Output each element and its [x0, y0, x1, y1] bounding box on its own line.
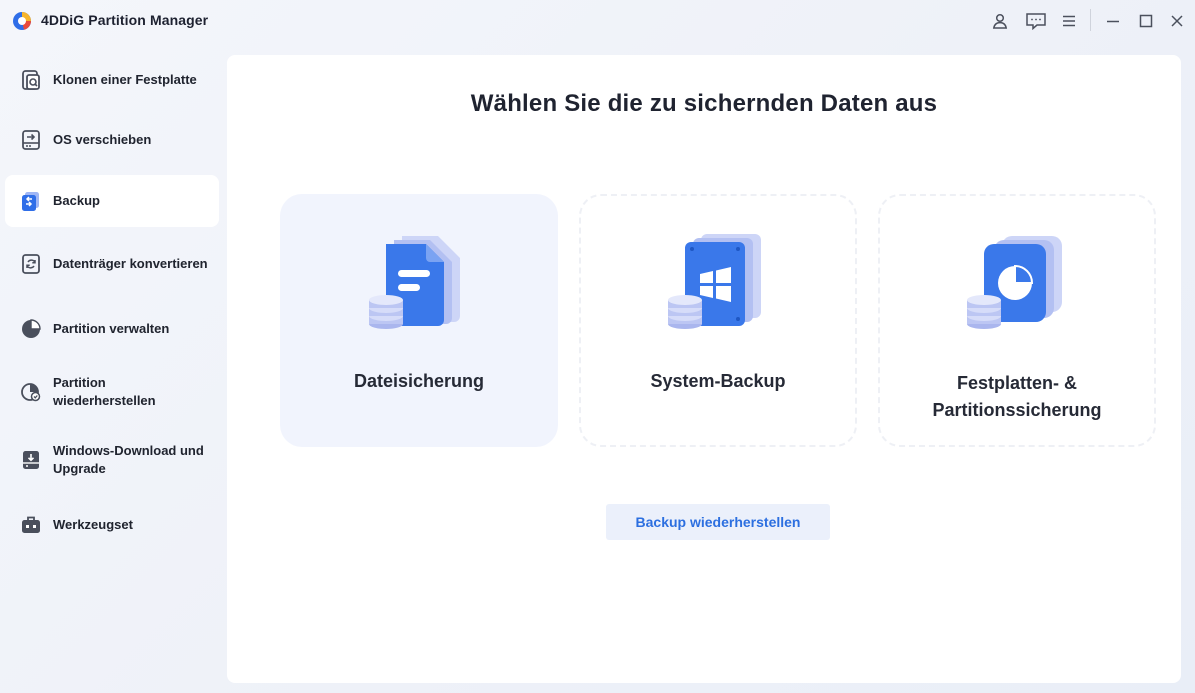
disk-partition-backup-card[interactable]: Festplatten- & Partitionssicherung — [878, 194, 1156, 447]
feedback-icon[interactable] — [1025, 10, 1047, 32]
sidebar-item-backup[interactable]: Backup — [5, 175, 219, 227]
backup-icon — [22, 192, 39, 211]
sidebar-item-toolbox[interactable]: Werkzeugset — [5, 499, 219, 551]
partition-pie-icon — [22, 319, 41, 338]
sidebar-item-convert-disk[interactable]: Datenträger konvertieren — [5, 238, 219, 290]
sidebar-item-label: OS verschieben — [53, 132, 152, 147]
disk-partition-backup-icon — [967, 236, 1062, 329]
page-title: Wählen Sie die zu sichernden Daten aus — [470, 90, 938, 117]
close-icon[interactable] — [1166, 10, 1188, 32]
sidebar-item-label: Windows-Download und Upgrade — [53, 443, 204, 476]
file-backup-card[interactable]: Dateisicherung — [280, 194, 558, 447]
app-title: 4DDiG Partition Manager — [41, 12, 209, 28]
titlebar-divider — [1090, 9, 1091, 31]
card-label: System-Backup — [650, 371, 786, 391]
sidebar-item-label: Klonen einer Festplatte — [53, 72, 197, 87]
sidebar-item-label: Datenträger konvertieren — [53, 256, 208, 271]
main-panel: Wählen Sie die zu sichernden Daten aus D… — [227, 55, 1181, 683]
sidebar-item-label: Partition wiederherstellen — [53, 375, 156, 408]
sidebar-item-migrate-os[interactable]: OS verschieben — [5, 114, 219, 166]
restore-backup-button[interactable]: Backup wiederherstellen — [606, 504, 830, 540]
sidebar: Klonen einer Festplatte OS verschieben B… — [0, 50, 227, 693]
sidebar-item-clone-disk[interactable]: Klonen einer Festplatte — [5, 54, 219, 106]
system-backup-icon — [668, 234, 761, 329]
minimize-icon[interactable] — [1102, 10, 1124, 32]
file-backup-icon — [369, 236, 460, 329]
title-bar: 4DDiG Partition Manager — [0, 0, 1195, 42]
account-icon[interactable] — [989, 10, 1011, 32]
clone-disk-icon — [22, 70, 40, 90]
card-label: Festplatten- & Partitionssicherung — [932, 373, 1102, 420]
sidebar-item-label: Backup — [53, 193, 100, 208]
sidebar-item-label: Partition verwalten — [53, 321, 170, 336]
toolbox-icon — [22, 516, 40, 533]
windows-download-icon — [23, 451, 39, 469]
recover-partition-icon — [21, 383, 41, 402]
system-backup-card[interactable]: System-Backup — [579, 194, 857, 447]
4ddig-logo-icon — [13, 12, 31, 30]
sidebar-item-windows-download[interactable]: Windows-Download und Upgrade — [5, 434, 219, 486]
sidebar-item-manage-partition[interactable]: Partition verwalten — [5, 303, 219, 355]
sidebar-item-label: Werkzeugset — [53, 517, 133, 532]
convert-disk-icon — [22, 254, 40, 274]
sidebar-item-recover-partition[interactable]: Partition wiederherstellen — [5, 366, 219, 418]
migrate-os-icon — [22, 130, 40, 150]
card-label: Dateisicherung — [353, 371, 485, 391]
menu-icon[interactable] — [1058, 10, 1080, 32]
maximize-icon[interactable] — [1135, 10, 1157, 32]
